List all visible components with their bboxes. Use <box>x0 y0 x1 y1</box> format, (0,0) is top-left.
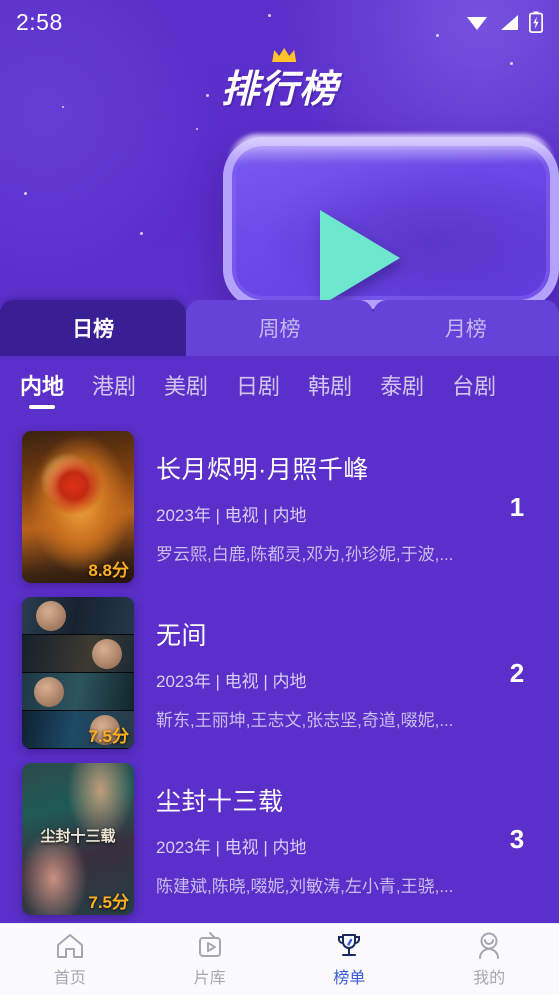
poster-thumbnail[interactable]: 8.8分 <box>22 431 134 583</box>
rank-number: 3 <box>509 823 525 854</box>
play-triangle-icon <box>320 210 400 306</box>
item-info: 长月烬明·月照千峰 2023年 | 电视 | 内地 罗云熙,白鹿,陈都灵,邓为,… <box>134 450 493 565</box>
rating-score: 8.8分 <box>88 561 129 580</box>
crown-icon <box>272 48 297 62</box>
logo-text-wrap: 排行榜 <box>220 48 338 113</box>
nav-label: 榜单 <box>333 969 366 987</box>
rating-score: 7.5分 <box>88 893 129 912</box>
person-icon <box>479 932 500 959</box>
item-info: 尘封十三载 2023年 | 电视 | 内地 陈建斌,陈晓,啜妮,刘敏涛,左小青,… <box>134 782 493 897</box>
home-icon <box>56 933 83 958</box>
tab-weekly-ranking[interactable]: 周榜 <box>186 300 373 356</box>
nav-label: 片库 <box>193 969 226 987</box>
poster-thumbnail[interactable]: 7.5分 <box>22 597 134 749</box>
list-item[interactable]: 8.8分 长月烬明·月照千峰 2023年 | 电视 | 内地 罗云熙,白鹿,陈都… <box>0 424 559 590</box>
cellular-signal-icon <box>501 15 518 30</box>
wifi-icon <box>467 17 487 30</box>
rank-number: 2 <box>509 657 525 688</box>
category-tab-bar[interactable]: 内地 港剧 美剧 日剧 韩剧 泰剧 台剧 <box>0 356 559 420</box>
tab-monthly-ranking[interactable]: 月榜 <box>372 300 559 356</box>
battery-charging-icon <box>529 11 543 33</box>
category-tab-hongkong[interactable]: 港剧 <box>92 369 136 408</box>
trophy-icon <box>338 933 361 956</box>
item-title[interactable]: 尘封十三载 <box>156 782 493 818</box>
rating-score: 7.5分 <box>88 727 129 746</box>
item-title[interactable]: 无间 <box>156 616 493 652</box>
poster-panel <box>22 597 134 635</box>
poster-title-overlay: 尘封十三载 <box>40 828 116 845</box>
category-tab-american[interactable]: 美剧 <box>164 369 208 408</box>
poster-panel <box>22 673 134 711</box>
item-meta: 2023年 | 电视 | 内地 <box>156 671 307 691</box>
ranking-list[interactable]: 8.8分 长月烬明·月照千峰 2023年 | 电视 | 内地 罗云熙,白鹿,陈都… <box>0 424 559 923</box>
poster-panel <box>22 635 134 673</box>
period-tab-bar: 日榜 周榜 月榜 <box>0 300 559 356</box>
nav-label: 首页 <box>53 969 86 987</box>
nav-label: 我的 <box>473 969 506 987</box>
item-meta: 2023年 | 电视 | 内地 <box>156 837 307 857</box>
item-meta: 2023年 | 电视 | 内地 <box>156 505 307 525</box>
item-title[interactable]: 长月烬明·月照千峰 <box>156 450 493 486</box>
nav-item-ranking[interactable]: 榜单 <box>280 932 420 988</box>
item-cast: 靳东,王丽坤,王志文,张志坚,奇道,啜妮,... <box>156 710 454 730</box>
nav-item-home[interactable]: 首页 <box>0 932 140 988</box>
category-tab-thai[interactable]: 泰剧 <box>380 369 424 408</box>
star-dot <box>140 232 143 235</box>
category-tab-japanese[interactable]: 日剧 <box>236 369 280 408</box>
tv-glow-highlight <box>228 134 554 164</box>
status-bar: 2:58 <box>0 0 559 44</box>
category-tab-mainland[interactable]: 内地 <box>20 369 64 408</box>
logo-label: 排行榜 <box>220 69 338 111</box>
nav-item-profile[interactable]: 我的 <box>419 932 559 988</box>
item-info: 无间 2023年 | 电视 | 内地 靳东,王丽坤,王志文,张志坚,奇道,啜妮,… <box>134 616 493 731</box>
category-tab-taiwanese[interactable]: 台剧 <box>452 369 496 408</box>
nav-item-library[interactable]: 片库 <box>140 931 280 988</box>
item-cast: 罗云熙,白鹿,陈都灵,邓为,孙珍妮,于波,... <box>156 544 454 564</box>
app-logo: 排行榜 <box>0 48 559 113</box>
item-cast: 陈建斌,陈晓,啜妮,刘敏涛,左小青,王骁,... <box>156 876 454 896</box>
star-dot <box>24 192 27 195</box>
bottom-navigation-bar: 首页 片库 榜单 我的 <box>0 923 559 995</box>
rank-number: 1 <box>509 491 525 522</box>
category-tab-korean[interactable]: 韩剧 <box>308 369 352 408</box>
tv-icon <box>198 931 221 957</box>
star-dot <box>196 128 198 130</box>
tab-daily-ranking[interactable]: 日榜 <box>0 300 187 356</box>
status-icons <box>465 11 543 33</box>
poster-thumbnail[interactable]: 尘封十三载 7.5分 <box>22 763 134 915</box>
status-clock: 2:58 <box>16 8 63 35</box>
list-item[interactable]: 尘封十三载 7.5分 尘封十三载 2023年 | 电视 | 内地 陈建斌,陈晓,… <box>0 756 559 922</box>
list-item[interactable]: 7.5分 无间 2023年 | 电视 | 内地 靳东,王丽坤,王志文,张志坚,奇… <box>0 590 559 756</box>
